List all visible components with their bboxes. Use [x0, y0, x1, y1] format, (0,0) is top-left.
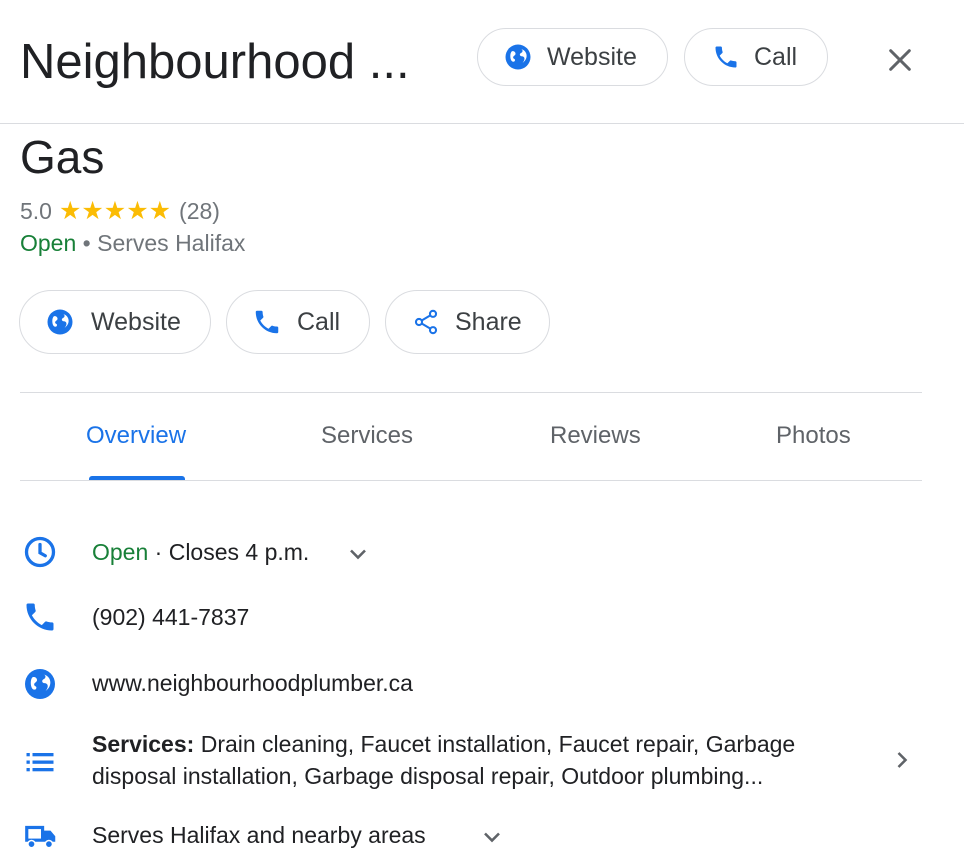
website-link[interactable]: www.neighbourhoodplumber.ca: [92, 670, 413, 697]
tab-overview[interactable]: Overview: [86, 422, 186, 450]
phone-number[interactable]: (902) 441-7837: [92, 604, 249, 631]
header-bar: Neighbourhood ... Website Call: [0, 0, 964, 124]
website-button[interactable]: Website: [19, 290, 211, 354]
hours-closing-time: · Closes 4 p.m.: [148, 539, 310, 565]
globe-icon: [25, 669, 55, 699]
clock-icon: [24, 536, 56, 568]
business-status: Open • Serves Halifax: [20, 230, 245, 257]
share-button-label: Share: [455, 307, 522, 336]
truck-icon: [25, 825, 56, 849]
star-rating-icons: ★★★★★: [58, 197, 172, 225]
globe-icon: [505, 44, 531, 70]
share-icon: [414, 309, 438, 335]
rating-row: 5.0 ★★★★★ (28): [20, 196, 220, 226]
rating-value: 5.0: [20, 197, 52, 224]
status-detail: • Serves Halifax: [76, 230, 246, 256]
open-status: Open: [20, 230, 77, 256]
share-button[interactable]: Share: [385, 290, 550, 354]
tab-services[interactable]: Services: [321, 422, 413, 450]
business-name: Gas: [20, 131, 105, 183]
services-summary[interactable]: Services: Drain cleaning, Faucet install…: [92, 728, 872, 792]
tab-reviews[interactable]: Reviews: [550, 422, 641, 450]
call-button[interactable]: Call: [226, 290, 370, 354]
call-button-label: Call: [297, 307, 341, 336]
service-area-text: Serves Halifax and nearby areas: [92, 822, 426, 848]
hours-text: Open · Closes 4 p.m.: [92, 539, 309, 566]
header-title: Neighbourhood ...: [20, 35, 410, 89]
divider: [20, 392, 922, 393]
phone-icon: [26, 603, 54, 631]
website-button-label: Website: [91, 307, 181, 336]
divider: [20, 480, 922, 481]
header-call-label: Call: [754, 42, 798, 71]
header-website-button[interactable]: Website: [477, 28, 668, 86]
header-website-label: Website: [547, 42, 637, 71]
chevron-down-icon[interactable]: [344, 540, 372, 568]
close-icon[interactable]: [884, 44, 916, 76]
chevron-right-icon[interactable]: [888, 746, 916, 774]
phone-icon: [255, 310, 279, 334]
list-icon: [26, 753, 54, 772]
chevron-down-icon[interactable]: [478, 823, 506, 851]
tab-photos[interactable]: Photos: [776, 422, 851, 450]
hours-open-status: Open: [92, 539, 149, 565]
globe-icon: [47, 309, 73, 335]
services-label: Services:: [92, 731, 195, 757]
phone-icon: [715, 46, 737, 68]
services-list: Drain cleaning, Faucet installation, Fau…: [92, 731, 796, 789]
header-call-button[interactable]: Call: [684, 28, 828, 86]
review-count[interactable]: (28): [179, 198, 220, 225]
